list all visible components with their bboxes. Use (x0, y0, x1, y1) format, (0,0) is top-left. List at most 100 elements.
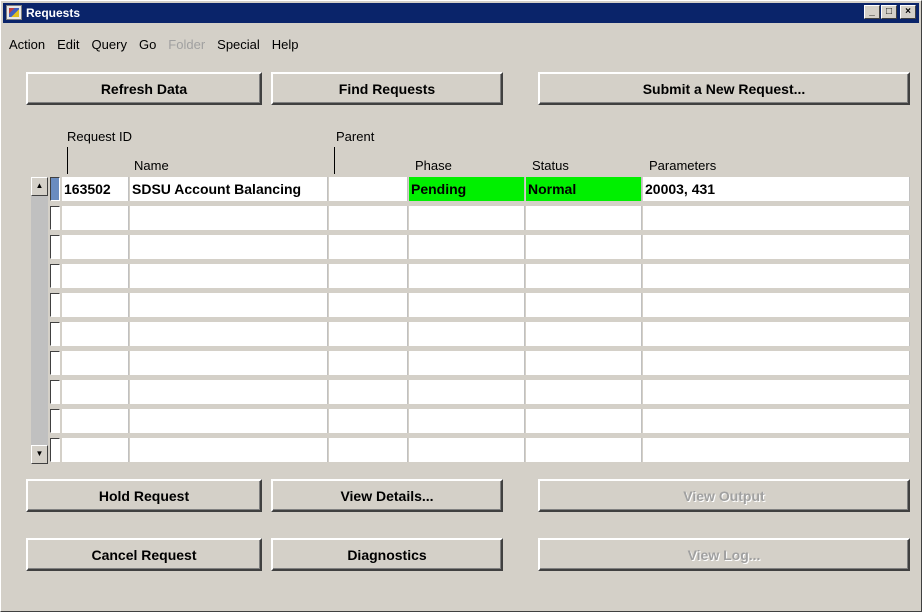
row-indicator[interactable] (50, 293, 60, 317)
cell-name[interactable] (130, 322, 328, 346)
table-row[interactable] (62, 235, 910, 260)
cell-parameters[interactable] (643, 264, 910, 288)
row-indicator[interactable] (50, 264, 60, 288)
scroll-down-icon[interactable]: ▼ (31, 445, 48, 464)
cell-parameters[interactable]: 20003, 431 (643, 177, 910, 201)
cell-phase[interactable] (409, 206, 525, 230)
hold-request-button[interactable]: Hold Request (26, 479, 262, 512)
cell-parameters[interactable] (643, 206, 910, 230)
cell-status[interactable] (526, 206, 642, 230)
cell-name[interactable] (130, 293, 328, 317)
cell-name[interactable] (130, 206, 328, 230)
menu-help[interactable]: Help (272, 37, 299, 55)
cell-parameters[interactable] (643, 351, 910, 375)
close-button[interactable]: × (900, 5, 916, 19)
submit-new-request-button[interactable]: Submit a New Request... (538, 72, 910, 105)
cell-request-id[interactable] (62, 380, 129, 404)
cell-request-id[interactable] (62, 351, 129, 375)
vertical-scrollbar[interactable]: ▲ ▼ (31, 177, 48, 464)
cell-phase[interactable]: Pending (409, 177, 525, 201)
cell-parent[interactable] (329, 206, 408, 230)
cell-parent[interactable] (329, 235, 408, 259)
row-indicator[interactable] (50, 438, 60, 462)
view-details-button[interactable]: View Details... (271, 479, 503, 512)
cell-request-id[interactable] (62, 322, 129, 346)
cell-request-id[interactable]: 163502 (62, 177, 129, 201)
cell-phase[interactable] (409, 293, 525, 317)
cell-name[interactable] (130, 380, 328, 404)
cancel-request-button[interactable]: Cancel Request (26, 538, 262, 571)
scroll-track[interactable] (31, 196, 48, 445)
cell-name[interactable] (130, 235, 328, 259)
table-row[interactable]: 163502 SDSU Account Balancing Pending Norma… (62, 177, 910, 202)
row-indicator[interactable] (50, 380, 60, 404)
cell-parent[interactable] (329, 264, 408, 288)
cell-phase[interactable] (409, 322, 525, 346)
cell-parent[interactable] (329, 438, 408, 462)
cell-request-id[interactable] (62, 409, 129, 433)
cell-parameters[interactable] (643, 438, 910, 462)
row-indicator[interactable] (50, 322, 60, 346)
minimize-button[interactable]: _ (864, 5, 880, 19)
row-indicator[interactable] (50, 351, 60, 375)
menu-query[interactable]: Query (92, 37, 127, 55)
row-indicator[interactable] (50, 409, 60, 433)
cell-phase[interactable] (409, 264, 525, 288)
cell-status[interactable] (526, 409, 642, 433)
cell-status[interactable]: Normal (526, 177, 642, 201)
cell-phase[interactable] (409, 380, 525, 404)
cell-request-id[interactable] (62, 438, 129, 462)
cell-parameters[interactable] (643, 322, 910, 346)
app-icon[interactable] (6, 5, 22, 20)
cell-phase[interactable] (409, 351, 525, 375)
cell-parent[interactable] (329, 409, 408, 433)
cell-status[interactable] (526, 322, 642, 346)
cell-parent[interactable] (329, 293, 408, 317)
table-row[interactable] (62, 206, 910, 231)
menu-action[interactable]: Action (9, 37, 45, 55)
cell-status[interactable] (526, 264, 642, 288)
cell-phase[interactable] (409, 235, 525, 259)
cell-parameters[interactable] (643, 235, 910, 259)
cell-parameters[interactable] (643, 293, 910, 317)
cell-parent[interactable] (329, 351, 408, 375)
row-indicator[interactable] (50, 235, 60, 259)
table-row[interactable] (62, 264, 910, 289)
cell-name[interactable] (130, 409, 328, 433)
cell-name[interactable] (130, 438, 328, 462)
menu-special[interactable]: Special (217, 37, 260, 55)
cell-name[interactable]: SDSU Account Balancing (130, 177, 328, 201)
diagnostics-button[interactable]: Diagnostics (271, 538, 503, 571)
table-row[interactable] (62, 380, 910, 405)
menu-go[interactable]: Go (139, 37, 156, 55)
cell-request-id[interactable] (62, 264, 129, 288)
title-bar[interactable]: Requests _ □ × (3, 3, 919, 23)
cell-parent[interactable] (329, 177, 408, 201)
cell-status[interactable] (526, 235, 642, 259)
scroll-up-icon[interactable]: ▲ (31, 177, 48, 196)
cell-status[interactable] (526, 351, 642, 375)
cell-request-id[interactable] (62, 206, 129, 230)
cell-name[interactable] (130, 264, 328, 288)
table-row[interactable] (62, 409, 910, 434)
cell-status[interactable] (526, 438, 642, 462)
cell-parameters[interactable] (643, 380, 910, 404)
cell-request-id[interactable] (62, 235, 129, 259)
row-indicator[interactable] (50, 177, 60, 201)
table-row[interactable] (62, 322, 910, 347)
row-indicator[interactable] (50, 206, 60, 230)
cell-status[interactable] (526, 293, 642, 317)
cell-parent[interactable] (329, 322, 408, 346)
menu-edit[interactable]: Edit (57, 37, 79, 55)
refresh-data-button[interactable]: Refresh Data (26, 72, 262, 105)
cell-phase[interactable] (409, 409, 525, 433)
table-row[interactable] (62, 438, 910, 463)
table-row[interactable] (62, 293, 910, 318)
cell-request-id[interactable] (62, 293, 129, 317)
cell-parameters[interactable] (643, 409, 910, 433)
table-row[interactable] (62, 351, 910, 376)
find-requests-button[interactable]: Find Requests (271, 72, 503, 105)
cell-phase[interactable] (409, 438, 525, 462)
maximize-button[interactable]: □ (881, 5, 897, 19)
cell-name[interactable] (130, 351, 328, 375)
